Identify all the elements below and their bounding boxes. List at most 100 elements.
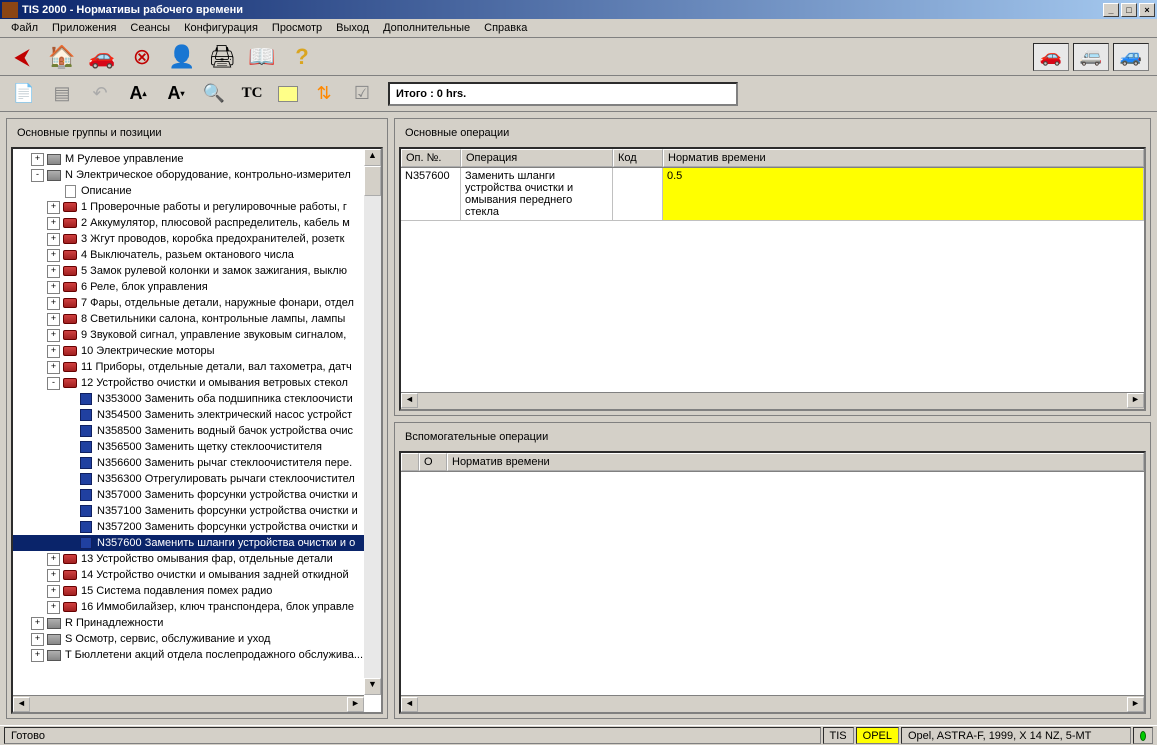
expand-icon[interactable]: + [47, 345, 60, 358]
font-decrease-icon[interactable]: A▾ [164, 82, 188, 106]
expand-icon[interactable]: - [31, 169, 44, 182]
minimize-button[interactable]: _ [1103, 3, 1119, 17]
maximize-button[interactable]: □ [1121, 3, 1137, 17]
print-icon[interactable]: 🖨 [208, 43, 236, 71]
expand-icon[interactable] [63, 473, 76, 486]
tree-item[interactable]: N357600 Заменить шланги устройства очист… [13, 535, 381, 551]
cancel-icon[interactable]: ⊗ [128, 43, 156, 71]
expand-icon[interactable]: + [31, 649, 44, 662]
tree-item[interactable]: -N Электрическое оборудование, контрольн… [13, 167, 381, 183]
tree-item[interactable]: -12 Устройство очистки и омывания ветров… [13, 375, 381, 391]
menu-apps[interactable]: Приложения [45, 20, 123, 36]
scroll-right-icon[interactable]: ► [1127, 393, 1144, 408]
tree-item[interactable]: +4 Выключатель, разьем октанового числа [13, 247, 381, 263]
scroll-right-icon[interactable]: ► [1127, 697, 1144, 712]
tree-hscroll[interactable]: ◄ ► [13, 695, 364, 712]
expand-icon[interactable]: + [47, 569, 60, 582]
binoculars-icon[interactable]: 🔍 [202, 82, 226, 106]
expand-icon[interactable] [63, 393, 76, 406]
tree-item[interactable]: +14 Устройство очистки и омывания задней… [13, 567, 381, 583]
aux-ops-hscroll[interactable]: ◄ ► [401, 695, 1144, 712]
tree-item[interactable]: +3 Жгут проводов, коробка предохранителе… [13, 231, 381, 247]
updown-icon[interactable]: ⇅ [312, 82, 336, 106]
home-icon[interactable]: 🏠 [48, 43, 76, 71]
expand-icon[interactable] [63, 521, 76, 534]
car-icon[interactable]: 🚗 [88, 43, 116, 71]
menu-file[interactable]: Файл [4, 20, 45, 36]
expand-icon[interactable] [63, 409, 76, 422]
scroll-left-icon[interactable]: ◄ [13, 697, 30, 712]
menu-sessions[interactable]: Сеансы [123, 20, 177, 36]
tree-item[interactable]: Описание [13, 183, 381, 199]
vehicle-thumb-2[interactable]: 🚐 [1073, 43, 1109, 71]
tree-item[interactable]: +7 Фары, отдельные детали, наружные фона… [13, 295, 381, 311]
col-time[interactable]: Норматив времени [663, 149, 1144, 167]
vehicle-thumb-1[interactable]: 🚗 [1033, 43, 1069, 71]
tree-item[interactable]: N357200 Заменить форсунки устройства очи… [13, 519, 381, 535]
monitor-icon[interactable] [278, 86, 298, 102]
scroll-left-icon[interactable]: ◄ [401, 393, 418, 408]
new-doc-icon[interactable]: 📄 [12, 82, 36, 106]
expand-icon[interactable]: + [47, 201, 60, 214]
tree-item[interactable]: N354500 Заменить электрический насос уст… [13, 407, 381, 423]
expand-icon[interactable]: + [47, 281, 60, 294]
tree-item[interactable]: N353000 Заменить оба подшипника стеклооч… [13, 391, 381, 407]
tree-item[interactable]: +5 Замок рулевой колонки и замок зажиган… [13, 263, 381, 279]
checklist-icon[interactable]: ☑ [350, 82, 374, 106]
tree-item[interactable]: N356300 Отрегулировать рычаги стеклоочис… [13, 471, 381, 487]
expand-icon[interactable]: + [47, 249, 60, 262]
expand-icon[interactable]: + [47, 601, 60, 614]
col-aux-time[interactable]: Норматив времени [447, 453, 1144, 471]
tree-item[interactable]: N358500 Заменить водный бачок устройства… [13, 423, 381, 439]
expand-icon[interactable]: + [31, 633, 44, 646]
scroll-thumb[interactable] [364, 166, 381, 196]
col-opnum[interactable]: Оп. №. [401, 149, 461, 167]
expand-icon[interactable]: + [47, 313, 60, 326]
expand-icon[interactable]: + [47, 361, 60, 374]
menu-help[interactable]: Справка [477, 20, 534, 36]
tree-item[interactable]: N357100 Заменить форсунки устройства очи… [13, 503, 381, 519]
menu-config[interactable]: Конфигурация [177, 20, 265, 36]
expand-icon[interactable] [63, 425, 76, 438]
scroll-left-icon[interactable]: ◄ [401, 697, 418, 712]
expand-icon[interactable]: + [47, 265, 60, 278]
tree-item[interactable]: +9 Звуковой сигнал, управление звуковым … [13, 327, 381, 343]
person-icon[interactable]: 👤 [168, 43, 196, 71]
col-checkbox[interactable] [401, 453, 419, 471]
menu-exit[interactable]: Выход [329, 20, 376, 36]
list-icon[interactable]: ▤ [50, 82, 74, 106]
tree-item[interactable]: +2 Аккумулятор, плюсовой распределитель,… [13, 215, 381, 231]
expand-icon[interactable] [63, 457, 76, 470]
main-ops-hscroll[interactable]: ◄ ► [401, 392, 1144, 409]
expand-icon[interactable]: + [47, 329, 60, 342]
close-button[interactable]: × [1139, 3, 1155, 17]
col-op[interactable]: Операция [461, 149, 613, 167]
scroll-down-icon[interactable]: ▼ [364, 678, 381, 695]
exit-icon[interactable]: ⮜ [8, 43, 36, 71]
expand-icon[interactable]: - [47, 377, 60, 390]
expand-icon[interactable]: + [47, 217, 60, 230]
tree-item[interactable]: +R Принадлежности [13, 615, 381, 631]
expand-icon[interactable] [63, 505, 76, 518]
tree-item[interactable]: N357000 Заменить форсунки устройства очи… [13, 487, 381, 503]
tree-item[interactable]: +16 Иммобилайзер, ключ транспондера, бло… [13, 599, 381, 615]
col-code[interactable]: Код [613, 149, 663, 167]
expand-icon[interactable] [47, 185, 60, 198]
expand-icon[interactable]: + [47, 297, 60, 310]
expand-icon[interactable] [63, 537, 76, 550]
expand-icon[interactable]: + [31, 153, 44, 166]
tree-item[interactable]: +6 Реле, блок управления [13, 279, 381, 295]
tree-item[interactable]: +S Осмотр, сервис, обслуживание и уход [13, 631, 381, 647]
tree-item[interactable]: +1 Проверочные работы и регулировочные р… [13, 199, 381, 215]
expand-icon[interactable] [63, 489, 76, 502]
tree-item[interactable]: N356500 Заменить щетку стеклоочистителя [13, 439, 381, 455]
undo-icon[interactable]: ↶ [88, 82, 112, 106]
menu-additional[interactable]: Дополнительные [376, 20, 477, 36]
scroll-up-icon[interactable]: ▲ [364, 149, 381, 166]
tc-button[interactable]: TC [240, 82, 264, 106]
help-icon[interactable]: ? [288, 43, 316, 71]
tree-item[interactable]: +T Бюллетени акций отдела послепродажног… [13, 647, 381, 663]
expand-icon[interactable] [63, 441, 76, 454]
scroll-right-icon[interactable]: ► [347, 697, 364, 712]
tree-item[interactable]: +10 Электрические моторы [13, 343, 381, 359]
